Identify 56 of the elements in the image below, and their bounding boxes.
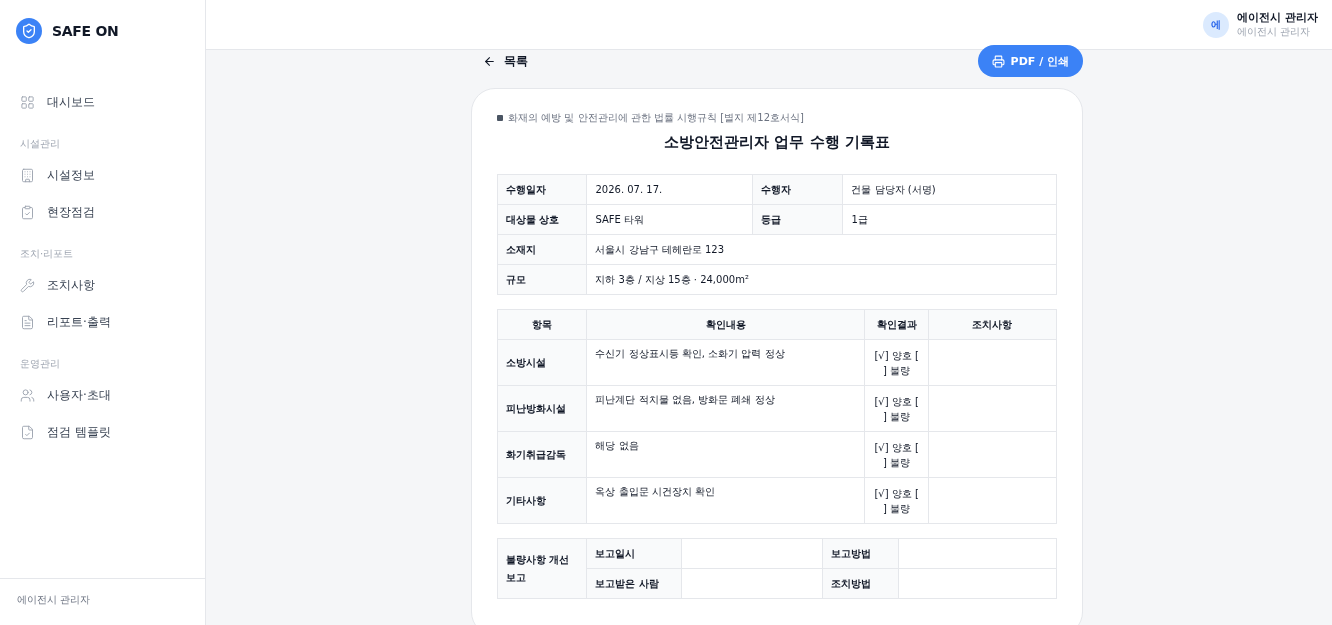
- square-bullet-icon: [497, 115, 503, 121]
- nav-section-heading: 조치·리포트: [19, 247, 75, 261]
- check-item: 기타사항: [497, 477, 587, 524]
- user-name: 에이전시 관리자: [1237, 10, 1318, 25]
- field-label: 수행자: [752, 174, 843, 205]
- field-label: 조치방법: [822, 568, 899, 599]
- column-header: 확인내용: [586, 309, 865, 340]
- field-value: 2026. 07. 17.: [586, 174, 753, 205]
- check-content: 피난계단 적치물 없음, 방화문 폐쇄 정상: [586, 385, 865, 432]
- sidebar-footer-user: 에이전시 관리자: [0, 578, 205, 625]
- nav-item[interactable]: 사용자·초대: [10, 377, 195, 414]
- nav-section-heading: 시설관리: [19, 137, 61, 151]
- field-label: 보고일시: [586, 538, 682, 569]
- nav-item[interactable]: 리포트·출력: [10, 304, 195, 341]
- field-value: 지하 3층 / 지상 15층 · 24,000m²: [586, 264, 1057, 295]
- user-role: 에이전시 관리자: [1237, 25, 1312, 39]
- report-heading: 불량사항 개선보고: [497, 538, 587, 599]
- nav-item[interactable]: 조치사항: [10, 267, 195, 304]
- column-header: 확인결과: [864, 309, 929, 340]
- field-label: 보고받은 사람: [586, 568, 682, 599]
- legal-reference: 화재의 예방 및 안전관리에 관한 법률 시행규칙 [별지 제12호서식]: [508, 111, 804, 125]
- nav-item[interactable]: 대시보드: [10, 84, 195, 121]
- nav-section-heading: 운영관리: [19, 357, 61, 371]
- nav-item[interactable]: 점검 템플릿: [10, 414, 195, 451]
- field-value: 1급: [842, 204, 1057, 235]
- check-item: 피난방화시설: [497, 385, 587, 432]
- field-value: SAFE 타워: [586, 204, 753, 235]
- field-value: 건물 담당자 (서명): [842, 174, 1057, 205]
- printer-icon: [991, 54, 1005, 68]
- field-label: 보고방법: [822, 538, 899, 569]
- check-result: [√] 양호 [ ] 불량: [864, 477, 929, 524]
- column-header: 조치사항: [928, 309, 1057, 340]
- field-label: 소재지: [497, 234, 587, 265]
- field-label: 규모: [497, 264, 587, 295]
- field-label: 등급: [752, 204, 843, 235]
- brand-name: SAFE ON: [52, 23, 119, 39]
- document-title: 소방안전관리자 업무 수행 기록표: [663, 133, 891, 152]
- check-item: 소방시설: [497, 339, 587, 386]
- field-label: 수행일자: [497, 174, 587, 205]
- check-content: 해당 없음: [586, 431, 865, 478]
- print-button[interactable]: PDF / 인쇄: [977, 45, 1083, 77]
- arrow-left-icon: [483, 54, 496, 68]
- column-header: 항목: [497, 309, 587, 340]
- nav-item[interactable]: 시설정보: [10, 157, 195, 194]
- check-content: 수신기 정상표시등 확인, 소화기 압력 정상: [586, 339, 865, 386]
- back-link[interactable]: 목록: [483, 52, 528, 70]
- check-content: 옥상 출입문 시건장치 확인: [586, 477, 865, 524]
- field-label: 대상물 상호: [497, 204, 587, 235]
- check-item: 화기취급감독: [497, 431, 587, 478]
- check-result: [√] 양호 [ ] 불량: [864, 431, 929, 478]
- field-value: 서울시 강남구 테헤란로 123: [586, 234, 1057, 265]
- nav-item[interactable]: 현장점검: [10, 194, 195, 231]
- check-result: [√] 양호 [ ] 불량: [864, 339, 929, 386]
- user-avatar[interactable]: 에: [1203, 11, 1230, 38]
- shield-logo-icon: [16, 18, 42, 44]
- check-result: [√] 양호 [ ] 불량: [864, 385, 929, 432]
